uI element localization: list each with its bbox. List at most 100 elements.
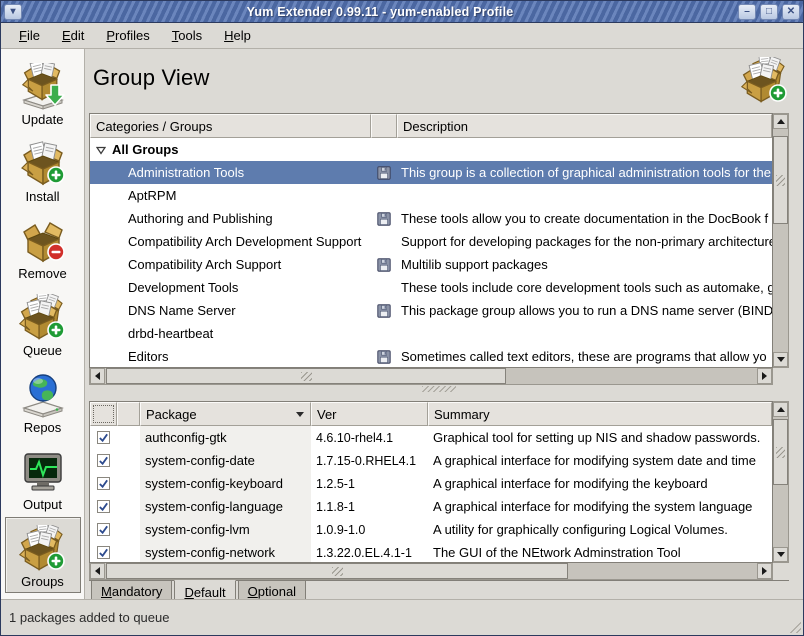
package-list: authconfig-gtk 4.6.10-rhel4.1 Graphical …	[90, 426, 772, 562]
menubar: File Edit Profiles Tools Help	[1, 23, 803, 49]
column-header-blank[interactable]	[117, 402, 140, 426]
column-header-ver[interactable]: Ver	[311, 402, 428, 426]
group-row[interactable]: drbd-heartbeat	[90, 322, 772, 345]
close-button[interactable]: ✕	[782, 4, 800, 20]
menu-edit[interactable]: Edit	[52, 24, 94, 47]
column-header-categories-groups[interactable]: Categories / Groups	[90, 114, 371, 138]
sidebar-item-queue[interactable]: Queue	[5, 286, 81, 362]
window-menu-button[interactable]: ▾	[4, 4, 22, 20]
chevron-down-icon: ▾	[10, 7, 15, 17]
scroll-up-arrow-icon[interactable]	[773, 402, 788, 417]
sidebar-item-groups[interactable]: Groups	[5, 517, 81, 593]
checkmark-icon	[98, 501, 109, 513]
sidebar-item-output[interactable]: Output	[5, 440, 81, 516]
package-checkbox[interactable]	[97, 523, 110, 536]
group-row[interactable]: AptRPM	[90, 184, 772, 207]
minimize-button[interactable]: –	[738, 4, 756, 20]
group-root-row[interactable]: All Groups	[90, 138, 772, 161]
scroll-down-arrow-icon[interactable]	[773, 352, 788, 367]
column-header-package[interactable]: Package	[140, 402, 311, 426]
group-row[interactable]: Compatibility Arch Support Multilib supp…	[90, 253, 772, 276]
page-title: Group View	[89, 49, 210, 91]
maximize-button[interactable]: □	[760, 4, 778, 20]
update-box-icon	[19, 63, 67, 111]
sidebar-item-label: Repos	[24, 420, 62, 435]
group-row[interactable]: Administration Tools This group is a col…	[90, 161, 772, 184]
floppy-disk-icon	[377, 258, 391, 272]
sidebar: Update Install Remove	[1, 49, 85, 599]
floppy-disk-icon	[377, 166, 391, 180]
sort-descending-icon	[295, 411, 305, 418]
sidebar-item-label: Groups	[21, 574, 64, 589]
groups-box-icon	[19, 525, 67, 573]
package-checkbox[interactable]	[97, 546, 110, 559]
column-header-select-all[interactable]	[90, 402, 117, 426]
package-checkbox[interactable]	[97, 477, 110, 490]
package-checkbox[interactable]	[97, 454, 110, 467]
floppy-disk-icon	[377, 304, 391, 318]
repos-globe-icon	[19, 371, 67, 419]
install-box-icon	[19, 140, 67, 188]
menu-profiles[interactable]: Profiles	[96, 24, 159, 47]
sidebar-item-label: Update	[22, 112, 64, 127]
group-vertical-scrollbar[interactable]	[773, 113, 789, 368]
scrollbar-thumb[interactable]	[773, 419, 788, 485]
package-row[interactable]: authconfig-gtk 4.6.10-rhel4.1 Graphical …	[90, 426, 772, 449]
package-vertical-scrollbar[interactable]	[773, 401, 789, 563]
package-row[interactable]: system-config-network 1.3.22.0.EL.4.1-1 …	[90, 541, 772, 562]
package-checkbox[interactable]	[97, 431, 110, 444]
checkmark-icon	[98, 547, 109, 559]
sidebar-item-label: Remove	[18, 266, 66, 281]
scroll-left-arrow-icon[interactable]	[90, 563, 105, 579]
scrollbar-thumb[interactable]	[773, 136, 788, 224]
menu-help[interactable]: Help	[214, 24, 261, 47]
scroll-right-arrow-icon[interactable]	[757, 368, 772, 384]
minimize-icon: –	[744, 7, 750, 17]
floppy-disk-icon	[377, 350, 391, 364]
scroll-up-arrow-icon[interactable]	[773, 114, 788, 129]
group-tree-panel: Categories / Groups Description All Grou…	[89, 113, 789, 385]
package-checkbox[interactable]	[97, 500, 110, 513]
groups-box-icon	[741, 57, 789, 105]
package-row[interactable]: system-config-date 1.7.15-0.RHEL4.1 A gr…	[90, 449, 772, 472]
group-row[interactable]: Compatibility Arch Development Support S…	[90, 230, 772, 253]
expander-triangle-icon[interactable]	[96, 145, 106, 155]
group-row[interactable]: Editors Sometimes called text editors, t…	[90, 345, 772, 367]
group-row[interactable]: Development Tools These tools include co…	[90, 276, 772, 299]
group-tree: All Groups Administration Tools This gro…	[90, 138, 772, 367]
scroll-left-arrow-icon[interactable]	[90, 368, 105, 384]
package-notebook: Package Ver Summary	[89, 401, 789, 606]
status-text: 1 packages added to queue	[9, 610, 169, 625]
sidebar-item-install[interactable]: Install	[5, 132, 81, 208]
package-horizontal-scrollbar[interactable]	[89, 563, 773, 580]
titlebar[interactable]: ▾ Yum Extender 0.99.11 - yum-enabled Pro…	[1, 1, 803, 23]
checkmark-icon	[98, 455, 109, 467]
scrollbar-thumb[interactable]	[106, 563, 568, 579]
menu-file[interactable]: File	[9, 24, 50, 47]
package-row[interactable]: system-config-keyboard 1.2.5-1 A graphic…	[90, 472, 772, 495]
floppy-disk-icon	[377, 212, 391, 226]
package-row[interactable]: system-config-lvm 1.0.9-1.0 A utility fo…	[90, 518, 772, 541]
column-header-group-icon[interactable]	[371, 114, 397, 138]
queue-box-icon	[19, 294, 67, 342]
checkmark-icon	[98, 432, 109, 444]
scroll-right-arrow-icon[interactable]	[757, 563, 772, 579]
resize-grip[interactable]	[787, 619, 801, 633]
statusbar: 1 packages added to queue	[1, 599, 803, 635]
scroll-down-arrow-icon[interactable]	[773, 547, 788, 562]
maximize-icon: □	[766, 7, 772, 17]
column-header-summary[interactable]: Summary	[428, 402, 772, 426]
scrollbar-thumb[interactable]	[106, 368, 506, 384]
package-row[interactable]: system-config-language 1.1.8-1 A graphic…	[90, 495, 772, 518]
group-row[interactable]: Authoring and Publishing These tools all…	[90, 207, 772, 230]
sidebar-item-repos[interactable]: Repos	[5, 363, 81, 439]
group-row[interactable]: DNS Name Server This package group allow…	[90, 299, 772, 322]
group-horizontal-scrollbar[interactable]	[89, 368, 773, 385]
column-header-description[interactable]: Description	[397, 114, 772, 138]
pane-splitter[interactable]	[89, 385, 789, 393]
checkmark-icon	[98, 478, 109, 490]
checkmark-icon	[98, 524, 109, 536]
sidebar-item-update[interactable]: Update	[5, 55, 81, 131]
sidebar-item-remove[interactable]: Remove	[5, 209, 81, 285]
menu-tools[interactable]: Tools	[162, 24, 212, 47]
